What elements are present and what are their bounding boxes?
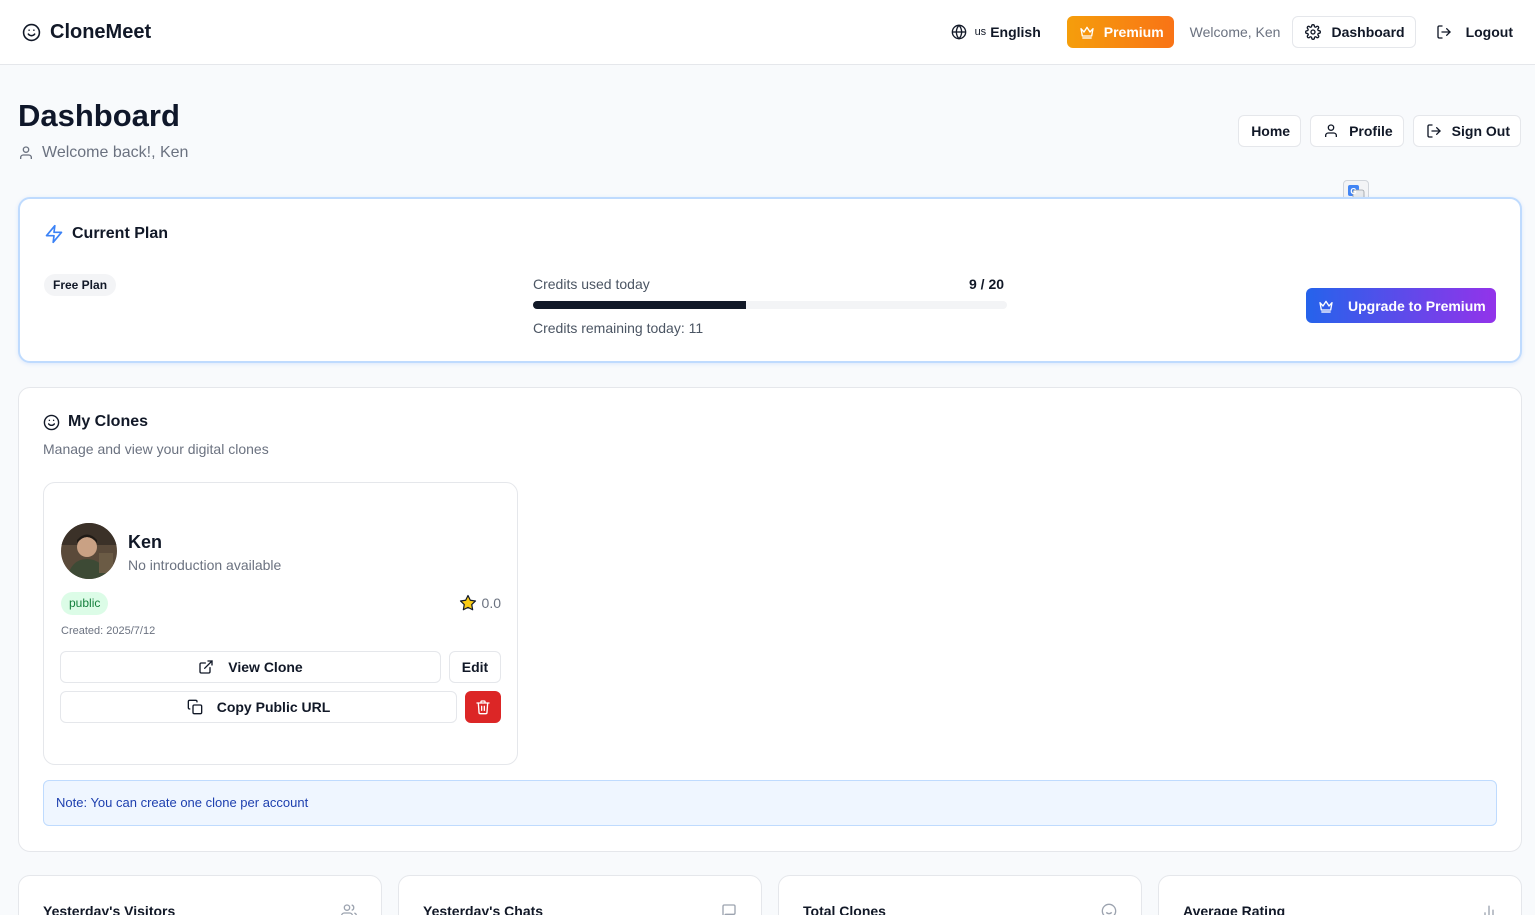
brand-logo[interactable]: CloneMeet bbox=[22, 21, 151, 44]
my-clones-card: My Clones Manage and view your digital c… bbox=[18, 387, 1522, 852]
rating-value: 0.0 bbox=[481, 595, 501, 611]
avatar bbox=[61, 523, 117, 579]
home-button[interactable]: Home bbox=[1238, 115, 1302, 147]
external-link-icon bbox=[198, 659, 214, 675]
stat-card-visitors: Yesterday's Visitors bbox=[18, 875, 382, 915]
trash-icon bbox=[475, 699, 491, 715]
visibility-badge: public bbox=[61, 592, 109, 615]
credits-value: 9 / 20 bbox=[969, 276, 1005, 292]
user-icon bbox=[1323, 123, 1339, 139]
profile-button[interactable]: Profile bbox=[1310, 115, 1404, 147]
view-clone-button[interactable]: View Clone bbox=[60, 651, 441, 683]
stat-label: Average Rating bbox=[1183, 903, 1286, 915]
stat-card-average-rating: Average Rating bbox=[1158, 875, 1522, 915]
language-code: us bbox=[974, 26, 987, 38]
users-icon bbox=[341, 903, 357, 915]
credits-label: Credits used today bbox=[533, 276, 650, 292]
edit-button[interactable]: Edit bbox=[449, 651, 501, 683]
delete-clone-button[interactable] bbox=[465, 691, 501, 723]
clone-intro: No introduction available bbox=[128, 557, 282, 573]
welcome-text: Welcome, Ken bbox=[1189, 24, 1281, 40]
logout-icon bbox=[1436, 24, 1452, 40]
page-actions: Home Profile Sign Out bbox=[1238, 115, 1521, 147]
page-subtitle: Welcome back!, Ken bbox=[18, 144, 188, 162]
smile-icon bbox=[22, 23, 41, 42]
copy-url-label: Copy Public URL bbox=[216, 699, 331, 715]
upgrade-to-premium-button[interactable]: Upgrade to Premium bbox=[1306, 288, 1496, 323]
crown-icon bbox=[1079, 24, 1095, 40]
my-clones-title: My Clones bbox=[68, 413, 149, 430]
created-date: Created: 2025/7/12 bbox=[61, 625, 156, 637]
logout-button[interactable]: Logout bbox=[1416, 16, 1513, 48]
sign-out-button[interactable]: Sign Out bbox=[1412, 115, 1521, 147]
stat-card-total-clones: Total Clones bbox=[778, 875, 1142, 915]
globe-icon bbox=[951, 24, 967, 40]
credits-progress-bar bbox=[533, 301, 1007, 309]
premium-label: Premium bbox=[1103, 24, 1164, 40]
current-plan-title: Current Plan bbox=[72, 225, 169, 242]
brand-name: CloneMeet bbox=[50, 21, 152, 43]
smile-icon bbox=[43, 414, 60, 431]
stat-card-chats: Yesterday's Chats bbox=[398, 875, 762, 915]
clone-name: Ken bbox=[128, 532, 163, 552]
my-clones-header: My Clones bbox=[43, 413, 148, 431]
page-title: Dashboard bbox=[18, 98, 180, 133]
sign-out-label: Sign Out bbox=[1451, 123, 1510, 139]
language-selector[interactable]: us English bbox=[951, 24, 1041, 40]
lightning-icon bbox=[44, 224, 64, 244]
bar-chart-icon bbox=[1481, 903, 1497, 915]
gear-icon bbox=[1305, 24, 1322, 40]
premium-button[interactable]: Premium bbox=[1066, 16, 1174, 48]
dashboard-button[interactable]: Dashboard bbox=[1292, 16, 1416, 48]
current-plan-header: Current Plan bbox=[44, 224, 168, 244]
view-clone-label: View Clone bbox=[228, 659, 303, 675]
top-navbar: CloneMeet us English Premium Welcome, Ke… bbox=[0, 0, 1535, 65]
edit-label: Edit bbox=[461, 659, 489, 675]
dashboard-label: Dashboard bbox=[1331, 24, 1405, 40]
my-clones-subtitle: Manage and view your digital clones bbox=[43, 441, 269, 457]
clone-limit-note: Note: You can create one clone per accou… bbox=[43, 780, 1497, 826]
profile-label: Profile bbox=[1349, 123, 1393, 139]
stat-label: Total Clones bbox=[803, 903, 886, 915]
clone-card: Ken No introduction available public 0.0… bbox=[43, 482, 518, 765]
star-icon bbox=[459, 594, 477, 612]
copy-public-url-button[interactable]: Copy Public URL bbox=[60, 691, 457, 723]
credits-progress-fill bbox=[533, 301, 747, 309]
language-label: English bbox=[990, 24, 1041, 40]
plan-badge: Free Plan bbox=[44, 274, 117, 296]
credits-remaining: Credits remaining today: 11 bbox=[533, 320, 704, 336]
home-label: Home bbox=[1251, 123, 1291, 139]
crown-icon bbox=[1318, 298, 1334, 314]
upgrade-label: Upgrade to Premium bbox=[1348, 297, 1486, 314]
clone-rating: 0.0 bbox=[459, 594, 501, 612]
logout-label: Logout bbox=[1465, 24, 1513, 40]
message-icon bbox=[721, 903, 737, 915]
current-plan-card: Current Plan Free Plan Credits used toda… bbox=[18, 197, 1522, 363]
user-icon bbox=[18, 145, 34, 161]
stat-label: Yesterday's Visitors bbox=[43, 903, 176, 915]
welcome-back-text: Welcome back!, Ken bbox=[42, 144, 189, 161]
smile-icon bbox=[1101, 903, 1117, 915]
svg-text:G: G bbox=[1350, 187, 1356, 196]
stat-label: Yesterday's Chats bbox=[423, 903, 544, 915]
logout-icon bbox=[1426, 123, 1442, 139]
copy-icon bbox=[187, 699, 203, 715]
